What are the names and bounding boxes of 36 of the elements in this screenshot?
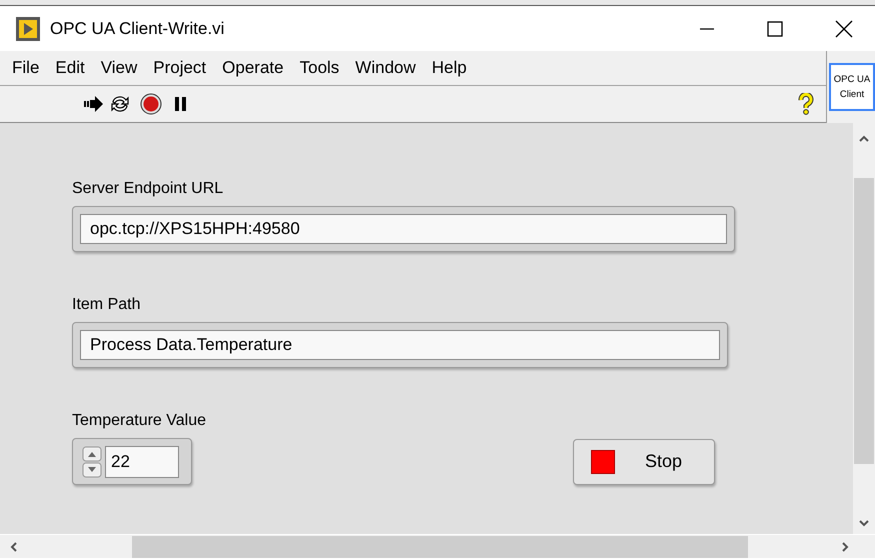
menu-item[interactable]: Operate [214,55,292,81]
menu-item[interactable]: Help [424,55,475,81]
maximize-icon[interactable] [767,20,783,36]
run-continuously-icon[interactable] [109,94,131,114]
connector-label: OPC UA [834,73,870,87]
scrollbar-thumb[interactable] [854,178,874,464]
scrollbar-thumb[interactable] [132,536,748,558]
indicator-icon [591,450,615,474]
stop-sign-icon[interactable] [140,93,162,115]
text-field[interactable]: Process Data.Temperature [72,322,728,368]
vertical-scrollbar[interactable] [853,123,875,534]
pause-icon[interactable] [174,96,188,112]
window-title: OPC UA Client-Write.vi [50,18,224,40]
connector-label: Client [840,88,864,102]
menu-item[interactable]: Tools [292,55,348,81]
text-field[interactable]: opc.tcp://XPS15HPH:49580 [72,206,735,252]
menu-item[interactable]: File [4,55,48,81]
numeric-control[interactable]: 22 [72,438,192,485]
scroll-right-icon[interactable] [842,542,849,552]
scroll-down-icon[interactable] [859,520,869,527]
menu-item[interactable]: Project [145,55,214,81]
control-label: Temperature Value [72,411,206,431]
stop-button[interactable]: Stop [573,438,715,484]
menu-item[interactable]: Edit [47,55,93,81]
scroll-up-icon[interactable] [859,135,869,142]
menu-item[interactable]: View [92,55,146,81]
horizontal-scrollbar[interactable] [0,534,875,558]
menu-item[interactable]: Window [347,55,424,81]
control-label: Server Endpoint URL [72,179,224,199]
control-label: Item Path [72,295,140,315]
close-icon[interactable] [835,20,853,38]
app-logo-icon [16,16,40,40]
run-arrow-icon[interactable] [82,94,104,114]
scroll-left-icon[interactable] [10,542,17,552]
increment-decrement-icon[interactable] [82,446,102,478]
help-icon[interactable] [798,93,814,115]
